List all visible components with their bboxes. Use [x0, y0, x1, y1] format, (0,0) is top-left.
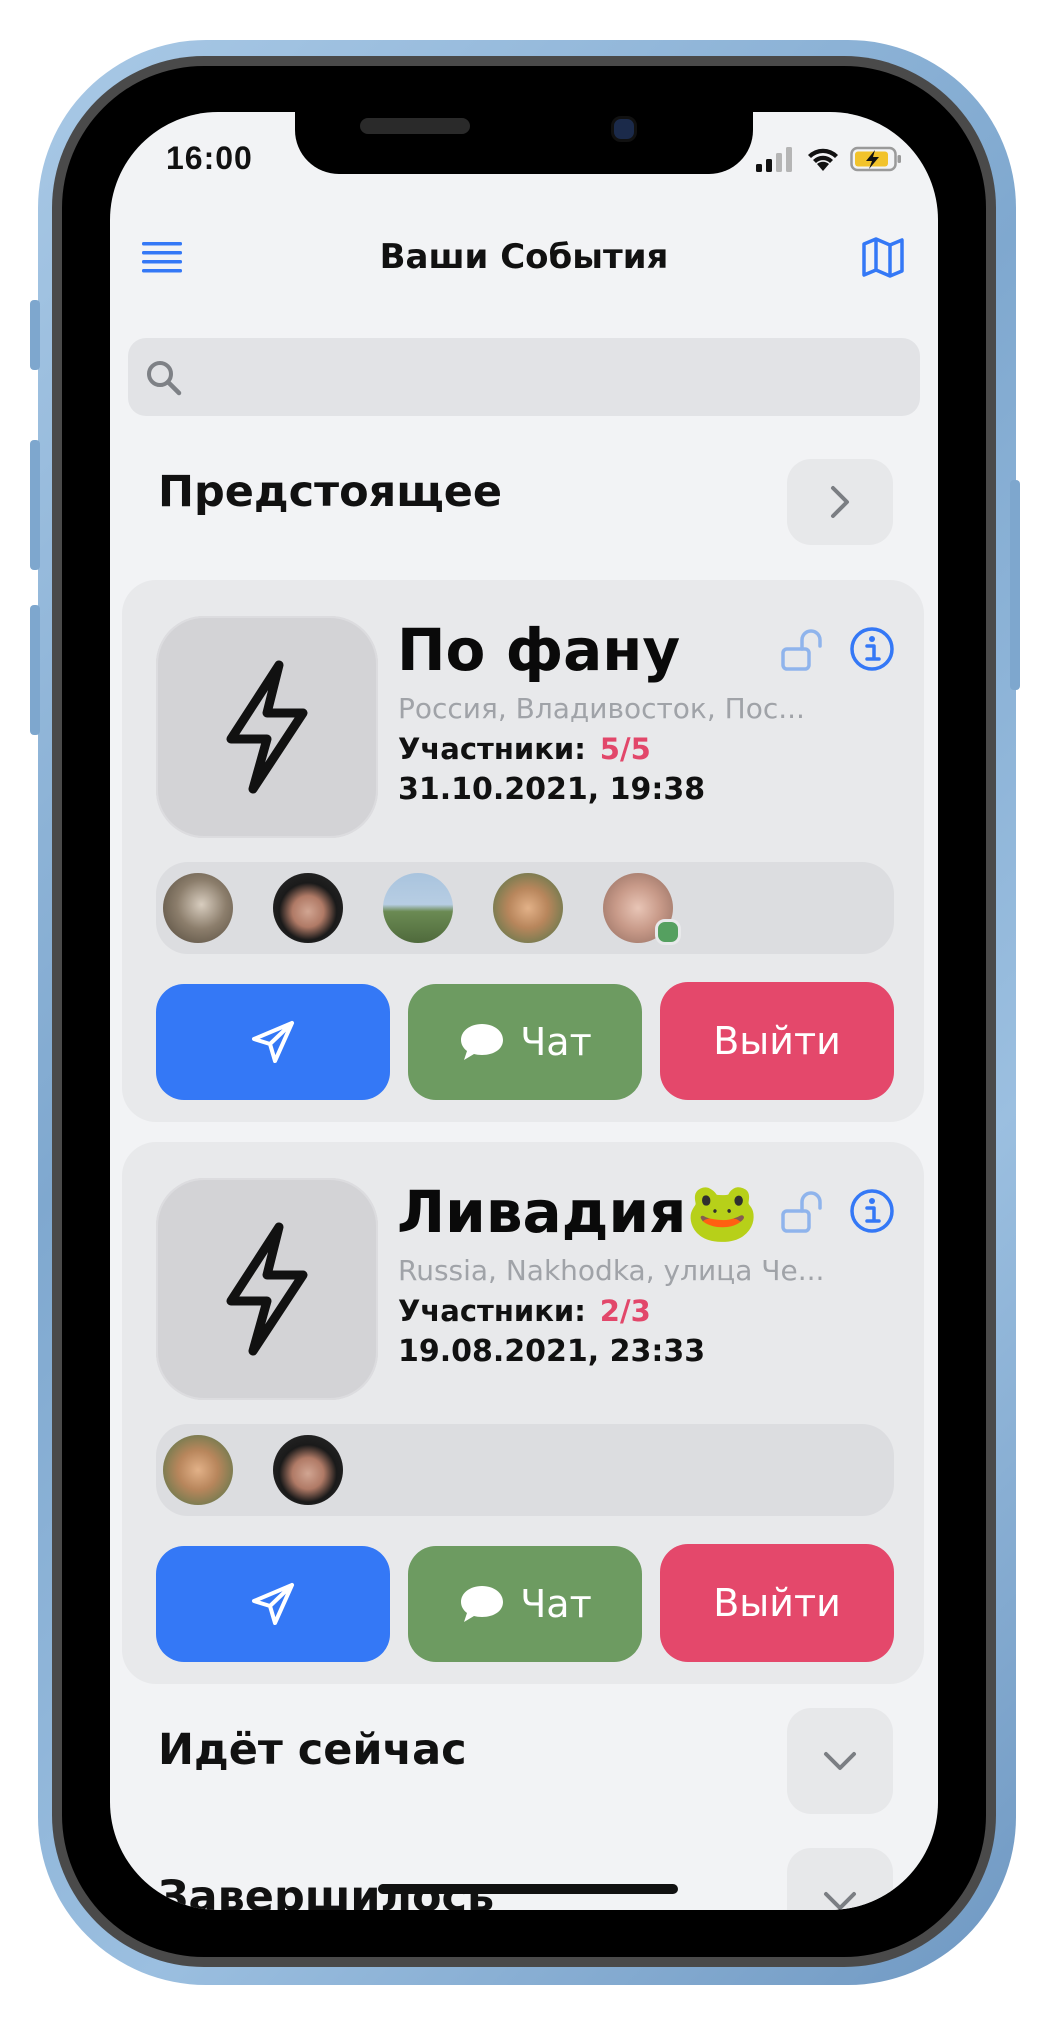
participants-count: 2/3 — [599, 1294, 651, 1328]
map-icon[interactable] — [860, 234, 906, 280]
avatar[interactable] — [273, 873, 343, 943]
volume-up-button — [30, 440, 40, 570]
event-icon-box — [156, 616, 378, 838]
participants-label: Участники: — [398, 732, 586, 766]
avatar[interactable] — [163, 1435, 233, 1505]
participants-avatars — [156, 1424, 894, 1516]
power-button — [1010, 480, 1020, 690]
avatar[interactable] — [163, 873, 233, 943]
status-time: 16:00 — [166, 140, 253, 176]
chat-button[interactable]: Чат — [408, 984, 642, 1100]
event-card[interactable]: По фану Россия, Владивосток, Пос... Учас… — [122, 580, 924, 1122]
home-indicator[interactable] — [378, 1884, 678, 1894]
speaker-grille — [360, 118, 470, 134]
event-datetime: 31.10.2021, 19:38 — [398, 772, 706, 807]
section-title-upcoming: Предстоящее — [158, 467, 503, 517]
ongoing-toggle-button[interactable] — [787, 1708, 893, 1814]
app-screen: 16:00 Ваши События Предстоящее По фану Р… — [110, 112, 938, 1910]
event-participants: Участники: 5/5 — [398, 732, 651, 766]
event-address: Russia, Nakhodka, улица Че... — [398, 1254, 825, 1287]
avatar[interactable] — [273, 1435, 343, 1505]
info-icon[interactable] — [849, 1188, 895, 1234]
event-title: Ливадия🐸 — [397, 1178, 759, 1246]
section-title-ongoing: Идёт сейчас — [158, 1725, 467, 1775]
event-icon-box — [156, 1178, 378, 1400]
exit-button[interactable]: Выйти — [660, 982, 894, 1100]
mute-switch — [30, 300, 40, 370]
upcoming-toggle-button[interactable] — [787, 459, 893, 545]
search-field[interactable] — [128, 338, 920, 416]
event-datetime: 19.08.2021, 23:33 — [398, 1334, 706, 1369]
avatar[interactable] — [383, 873, 453, 943]
send-icon — [252, 1583, 294, 1625]
event-participants: Участники: 2/3 — [398, 1294, 651, 1328]
search-icon — [147, 361, 182, 396]
share-button[interactable] — [156, 1546, 390, 1662]
send-icon — [252, 1021, 294, 1063]
participants-count: 5/5 — [599, 732, 651, 766]
finished-toggle-button[interactable] — [787, 1848, 893, 1910]
avatar[interactable] — [493, 873, 563, 943]
chat-button-label: Чат — [520, 1582, 592, 1626]
chevron-down-icon — [824, 1892, 856, 1910]
chat-bubble-icon — [461, 1024, 504, 1060]
status-icons — [756, 146, 902, 172]
chat-button[interactable]: Чат — [408, 1546, 642, 1662]
lightning-icon — [226, 660, 308, 794]
unlocked-icon — [781, 1191, 822, 1233]
front-camera — [611, 116, 637, 142]
info-icon[interactable] — [849, 626, 895, 672]
chevron-down-icon — [824, 1752, 856, 1770]
volume-down-button — [30, 605, 40, 735]
page-title: Ваши События — [379, 237, 669, 277]
chat-button-label: Чат — [520, 1020, 592, 1064]
lightning-icon — [226, 1222, 308, 1356]
exit-button-label: Выйти — [713, 1581, 841, 1625]
participants-label: Участники: — [398, 1294, 586, 1328]
exit-button-label: Выйти — [713, 1019, 841, 1063]
share-button[interactable] — [156, 984, 390, 1100]
exit-button[interactable]: Выйти — [660, 1544, 894, 1662]
online-indicator — [655, 919, 681, 945]
unlocked-icon — [781, 629, 822, 671]
chat-bubble-icon — [461, 1586, 504, 1622]
cellular-signal-icon — [756, 147, 792, 172]
event-card[interactable]: Ливадия🐸 Russia, Nakhodka, улица Че... У… — [122, 1142, 924, 1684]
battery-charging-icon — [850, 146, 901, 172]
wifi-icon — [808, 148, 838, 171]
event-title: По фану — [397, 616, 681, 684]
chevron-right-icon — [831, 486, 849, 518]
event-address: Россия, Владивосток, Пос... — [398, 692, 805, 725]
participants-avatars — [156, 862, 894, 954]
